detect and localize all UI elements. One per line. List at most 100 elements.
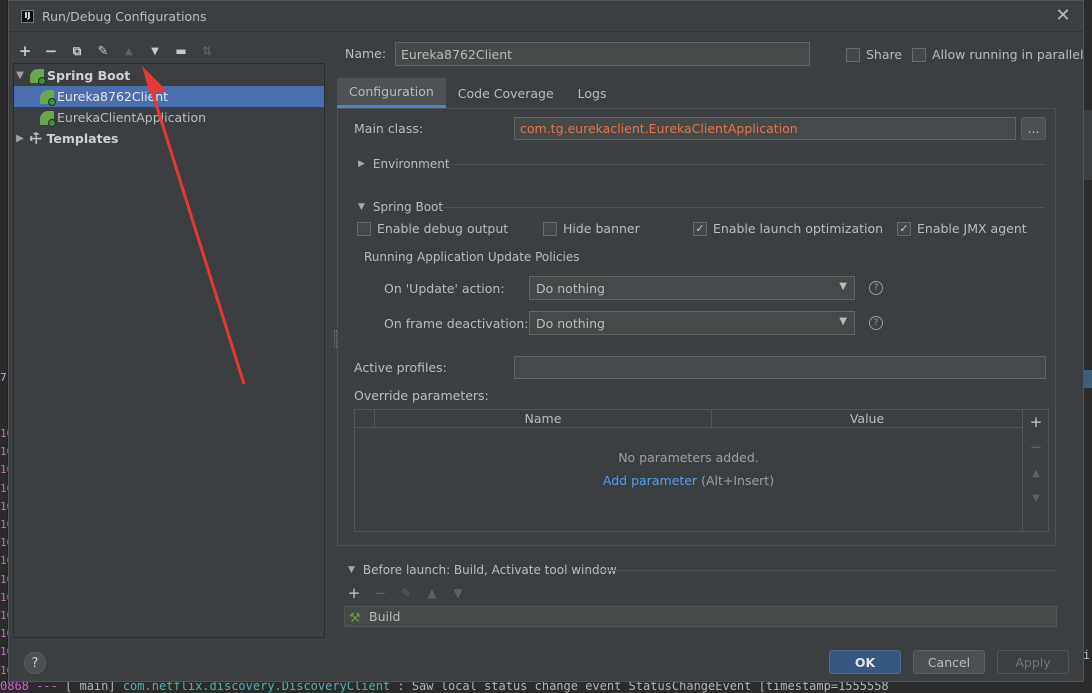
- folder-icon[interactable]: ▬: [170, 40, 192, 62]
- expand-right-icon[interactable]: ▶: [14, 133, 26, 144]
- column-value-header[interactable]: Value: [712, 410, 1022, 427]
- spring-boot-section[interactable]: ▼ Spring Boot: [358, 200, 443, 214]
- name-value: Eureka8762Client: [401, 46, 513, 62]
- name-field[interactable]: Eureka8762Client: [395, 42, 810, 66]
- tree-item-label: EurekaClientApplication: [57, 110, 207, 125]
- override-parameters-table: Name Value No parameters added. Add para…: [354, 409, 1023, 532]
- allow-parallel-label: Allow running in parallel: [932, 47, 1084, 62]
- before-launch-section[interactable]: ▼ Before launch: Build, Activate tool wi…: [348, 563, 617, 577]
- wrench-icon: ⚒: [26, 128, 47, 149]
- tree-item-eurekaclientapplication[interactable]: EurekaClientApplication: [14, 107, 324, 128]
- override-parameters-label: Override parameters:: [354, 388, 489, 403]
- ok-button[interactable]: OK: [829, 650, 901, 674]
- active-profiles-label: Active profiles:: [354, 360, 447, 375]
- table-header: Name Value: [355, 410, 1022, 428]
- enable-debug-output-checkbox[interactable]: Enable debug output: [357, 221, 508, 236]
- main-class-value: com.tg.eurekaclient.EurekaClientApplicat…: [520, 121, 798, 136]
- config-tabs: Configuration Code Coverage Logs: [337, 78, 619, 108]
- tree-group-templates[interactable]: ▶ ⚒ Templates: [14, 128, 324, 149]
- on-update-select[interactable]: Do nothing ▼: [529, 276, 855, 300]
- allow-parallel-checkbox[interactable]: Allow running in parallel: [912, 47, 1083, 62]
- edit-icon[interactable]: ✎: [396, 586, 416, 600]
- remove-icon[interactable]: −: [1023, 438, 1049, 456]
- before-launch-toolbar: + − ✎ ▲ ▼: [344, 584, 468, 602]
- browse-button[interactable]: ...: [1021, 117, 1046, 140]
- sort-icon[interactable]: ⇅: [196, 40, 218, 62]
- enable-jmx-agent-checkbox[interactable]: ✓ Enable JMX agent: [897, 221, 1027, 236]
- apply-button[interactable]: Apply: [997, 650, 1069, 674]
- enable-launch-optimization-checkbox[interactable]: ✓ Enable launch optimization: [693, 221, 883, 236]
- tree-item-eureka8762client[interactable]: Eureka8762Client: [14, 86, 324, 107]
- remove-icon[interactable]: −: [40, 40, 62, 62]
- build-label: Build: [369, 609, 401, 624]
- spring-boot-icon: [40, 110, 56, 127]
- table-header-cell: [355, 410, 375, 427]
- wrench-icon[interactable]: ✎: [92, 40, 114, 62]
- tree-item-label: Eureka8762Client: [57, 89, 169, 104]
- checkbox-box[interactable]: [543, 221, 557, 236]
- editor-background-left: 7 10 10 10 10 10 10 10 10 10 10 10 10 10…: [0, 0, 8, 693]
- title-bar: IJ Run/Debug Configurations ✕: [9, 1, 1083, 32]
- on-frame-label: On frame deactivation:: [384, 316, 529, 331]
- checkbox-label: Enable launch optimization: [713, 221, 884, 236]
- chevron-down-icon: ▼: [839, 281, 847, 292]
- environment-label: Environment: [372, 157, 450, 171]
- checkbox-label: Enable JMX agent: [917, 221, 1027, 236]
- close-icon[interactable]: ✕: [1053, 5, 1073, 26]
- expand-down-icon[interactable]: ▼: [14, 70, 26, 81]
- divider: [447, 164, 1045, 165]
- build-task-row[interactable]: ⚒ Build: [344, 606, 1057, 627]
- tab-logs[interactable]: Logs: [566, 78, 619, 108]
- move-down-icon[interactable]: ▼: [144, 40, 166, 62]
- move-down-icon[interactable]: ▼: [1023, 493, 1049, 504]
- intellij-icon: IJ: [21, 9, 34, 23]
- add-parameter-link[interactable]: Add parameter: [603, 473, 697, 488]
- tree-group-label: Templates: [46, 131, 119, 146]
- move-up-icon[interactable]: ▲: [118, 40, 140, 62]
- spring-boot-section-label: Spring Boot: [372, 200, 444, 214]
- hide-banner-checkbox[interactable]: Hide banner: [543, 221, 640, 236]
- tree-group-spring-boot[interactable]: ▼ Spring Boot: [14, 65, 324, 86]
- cancel-button[interactable]: Cancel: [913, 650, 985, 674]
- expand-down-icon[interactable]: ▼: [358, 202, 365, 212]
- column-name-header[interactable]: Name: [375, 410, 712, 427]
- spring-boot-icon: [30, 68, 46, 85]
- share-checkbox[interactable]: Share: [846, 47, 902, 62]
- help-icon[interactable]: ?: [869, 281, 883, 295]
- main-class-label: Main class:: [354, 121, 424, 136]
- expand-down-icon[interactable]: ▼: [348, 565, 355, 575]
- move-down-icon[interactable]: ▼: [448, 586, 468, 600]
- window-title: Run/Debug Configurations: [42, 8, 207, 24]
- main-class-field[interactable]: com.tg.eurekaclient.EurekaClientApplicat…: [514, 117, 1016, 140]
- add-parameter-hint: (Alt+Insert): [701, 473, 775, 488]
- policies-label: Running Application Update Policies: [364, 250, 580, 264]
- configuration-tree: ▼ Spring Boot Eureka8762Client EurekaCli…: [13, 63, 325, 638]
- help-button[interactable]: ?: [24, 652, 46, 674]
- active-profiles-field[interactable]: [514, 356, 1046, 379]
- checkbox-box[interactable]: [912, 47, 926, 62]
- add-icon[interactable]: +: [1023, 413, 1049, 431]
- on-update-value: Do nothing: [536, 280, 605, 296]
- environment-section[interactable]: ▶ Environment: [358, 157, 450, 171]
- move-up-icon[interactable]: ▲: [422, 586, 442, 600]
- tab-configuration[interactable]: Configuration: [337, 78, 446, 108]
- tab-code-coverage[interactable]: Code Coverage: [446, 78, 566, 108]
- on-frame-value: Do nothing: [536, 315, 605, 331]
- checkbox-box[interactable]: [357, 221, 371, 236]
- add-icon[interactable]: +: [344, 584, 364, 602]
- move-up-icon[interactable]: ▲: [1023, 468, 1049, 479]
- remove-icon[interactable]: −: [370, 584, 390, 602]
- name-label: Name:: [345, 46, 387, 61]
- add-icon[interactable]: +: [14, 40, 36, 62]
- help-icon[interactable]: ?: [869, 316, 883, 330]
- checkbox-box[interactable]: [846, 47, 860, 62]
- expand-right-icon[interactable]: ▶: [358, 159, 365, 169]
- checkmark-icon[interactable]: ✓: [693, 221, 707, 236]
- on-frame-select[interactable]: Do nothing ▼: [529, 311, 855, 335]
- editor-gutter-digit: 7: [0, 371, 7, 384]
- on-update-label: On 'Update' action:: [384, 281, 505, 296]
- divider: [598, 570, 1056, 571]
- checkmark-icon[interactable]: ✓: [897, 221, 911, 236]
- copy-icon[interactable]: ⧉: [66, 40, 88, 62]
- chevron-down-icon: ▼: [839, 316, 847, 327]
